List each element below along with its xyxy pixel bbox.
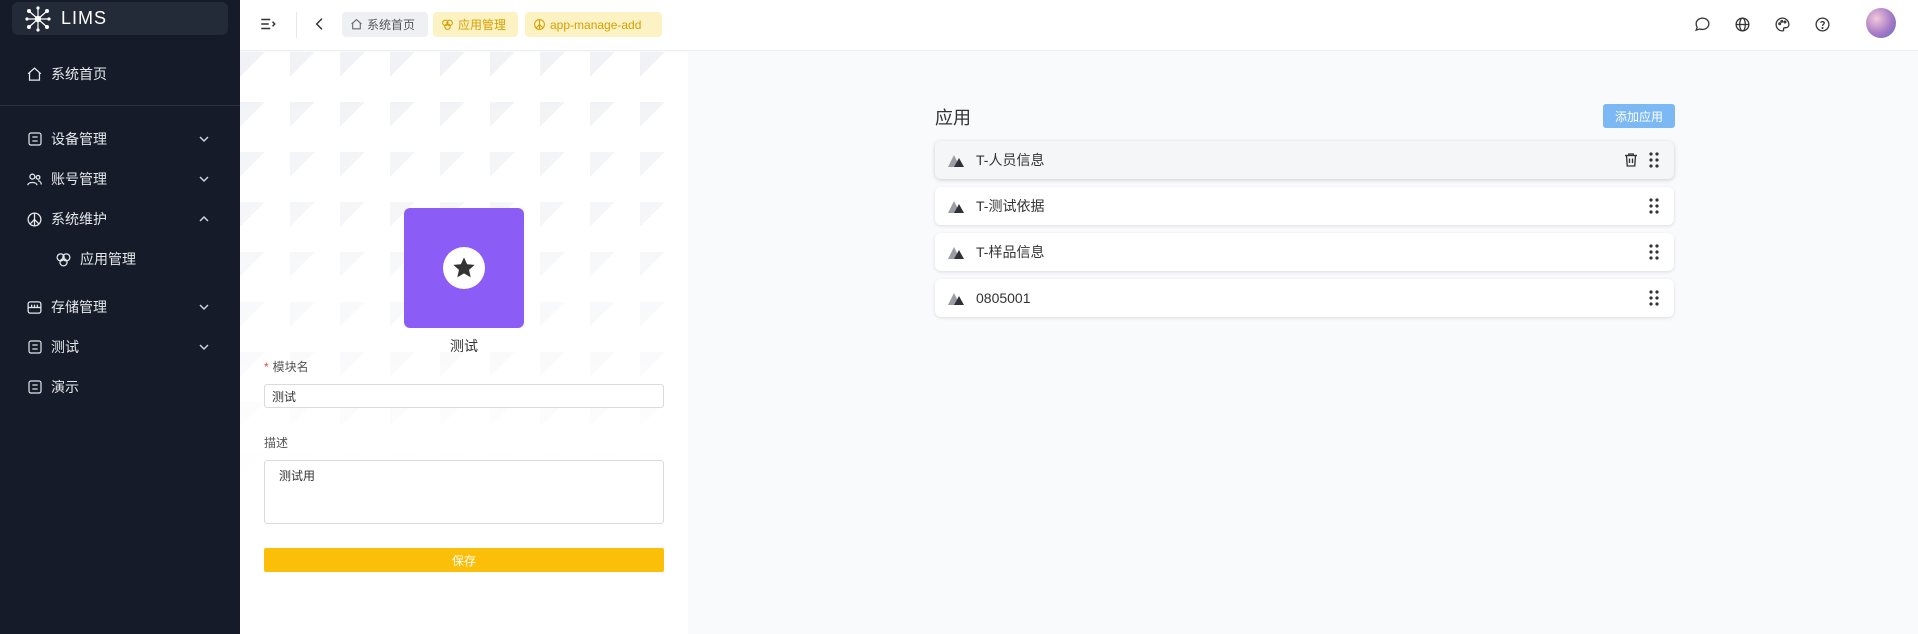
- app-item-label: T-测试依据: [976, 198, 1045, 214]
- breadcrumb-home[interactable]: 系统首页: [342, 12, 428, 37]
- message-icon: [1694, 16, 1710, 31]
- palette-icon: [1774, 16, 1790, 32]
- app-list-item[interactable]: T-人员信息: [935, 141, 1674, 179]
- app-icon: [55, 251, 72, 268]
- drag-handle-icon[interactable]: [1646, 243, 1662, 261]
- back-button[interactable]: [308, 12, 332, 36]
- sidebar-divider: [0, 105, 240, 106]
- add-app-button[interactable]: 添加应用: [1603, 104, 1675, 128]
- avatar[interactable]: [1866, 8, 1896, 38]
- module-name-label-text: 模块名: [272, 360, 309, 374]
- chevron-down-icon: [199, 344, 209, 351]
- app-item-label: T-样品信息: [976, 244, 1045, 260]
- star-icon: [453, 257, 475, 278]
- sidebar-item-label: 测试: [51, 339, 79, 355]
- required-mark: *: [264, 360, 269, 374]
- chevron-down-icon: [199, 304, 209, 311]
- grid-icon: [26, 339, 43, 356]
- sidebar-item-label: 设备管理: [51, 131, 107, 147]
- app-list-item[interactable]: T-测试依据: [935, 187, 1674, 225]
- sidebar-item-label: 存储管理: [51, 299, 107, 315]
- sidebar-item-label: 系统首页: [51, 66, 107, 82]
- breadcrumb-label: 应用管理: [458, 18, 507, 32]
- app-list-item[interactable]: 0805001: [935, 279, 1674, 317]
- home-icon: [26, 66, 43, 83]
- sidebar-item-accounts[interactable]: 账号管理: [0, 159, 240, 199]
- sidebar-item-label: 演示: [51, 379, 79, 395]
- breadcrumb-app-management[interactable]: 应用管理: [433, 12, 518, 37]
- chevron-down-icon: [199, 176, 209, 183]
- header-divider: [296, 12, 297, 38]
- app-icon-picker[interactable]: [404, 208, 524, 328]
- sidebar-item-demo[interactable]: 演示: [0, 367, 240, 407]
- mountain-icon: [948, 155, 964, 167]
- logo-text: LIMS: [61, 8, 108, 28]
- menu-fold-icon: [261, 18, 276, 30]
- help-icon: [1814, 16, 1830, 32]
- app-logo[interactable]: LIMS: [12, 2, 228, 35]
- chevron-left-icon: [315, 18, 323, 30]
- home-icon: [351, 18, 362, 30]
- peace-icon: [26, 211, 43, 228]
- trash-icon[interactable]: [1622, 151, 1640, 169]
- help-button[interactable]: [1810, 12, 1834, 36]
- chevron-down-icon: [199, 136, 209, 143]
- top-header: 系统首页 应用管理 app-manage-add: [240, 0, 1918, 51]
- drag-handle-icon[interactable]: [1646, 151, 1662, 169]
- description-label: 描述: [264, 436, 289, 450]
- app-icon-badge: [443, 247, 485, 289]
- app-name: 测试: [450, 338, 478, 354]
- app-item-label: T-人员信息: [976, 152, 1045, 168]
- mountain-icon: [948, 247, 964, 259]
- sidebar-item-system-maintenance[interactable]: 系统维护: [0, 199, 240, 239]
- drag-handle-icon[interactable]: [1646, 197, 1662, 215]
- apps-section-title: 应用: [935, 108, 971, 128]
- breadcrumb-app-manage-add[interactable]: app-manage-add: [525, 12, 662, 37]
- message-button[interactable]: [1690, 12, 1714, 36]
- sidebar-item-label: 系统维护: [51, 211, 107, 227]
- collapse-sidebar-button[interactable]: [256, 12, 280, 36]
- peace-icon: [534, 19, 545, 30]
- chevron-up-icon: [199, 215, 209, 222]
- mountain-icon: [948, 201, 964, 213]
- globe-icon: [1734, 16, 1750, 32]
- module-name-input[interactable]: [264, 384, 664, 408]
- sidebar: LIMS 系统首页 设备管理 账号管理 系统维护 应用管理 存储管理 测试 演示: [0, 0, 240, 634]
- breadcrumb-label: app-manage-add: [550, 17, 642, 32]
- sidebar-item-label: 应用管理: [80, 251, 136, 267]
- logo-icon: [25, 5, 51, 32]
- breadcrumb-label: 系统首页: [367, 18, 416, 32]
- app-icon: [442, 19, 453, 30]
- sidebar-item-devices[interactable]: 设备管理: [0, 119, 240, 159]
- sidebar-item-home[interactable]: 系统首页: [0, 54, 240, 94]
- sidebar-item-label: 账号管理: [51, 171, 107, 187]
- sidebar-item-app-management[interactable]: 应用管理: [0, 239, 240, 279]
- description-textarea[interactable]: 测试用: [264, 460, 664, 524]
- app-list-item[interactable]: T-样品信息: [935, 233, 1674, 271]
- drag-handle-icon[interactable]: [1646, 289, 1662, 307]
- grid-icon: [26, 131, 43, 148]
- sidebar-item-test[interactable]: 测试: [0, 327, 240, 367]
- storage-icon: [26, 299, 43, 316]
- save-button[interactable]: 保存: [264, 548, 664, 572]
- mountain-icon: [948, 293, 964, 305]
- app-edit-panel: 测试 *模块名 描述 测试用 保存: [240, 52, 688, 634]
- theme-button[interactable]: [1770, 12, 1794, 36]
- users-icon: [26, 171, 43, 188]
- grid-icon: [26, 379, 43, 396]
- app-item-label: 0805001: [976, 290, 1031, 306]
- sidebar-item-storage[interactable]: 存储管理: [0, 287, 240, 327]
- language-button[interactable]: [1730, 12, 1754, 36]
- module-name-label: * 模块名: [264, 358, 309, 375]
